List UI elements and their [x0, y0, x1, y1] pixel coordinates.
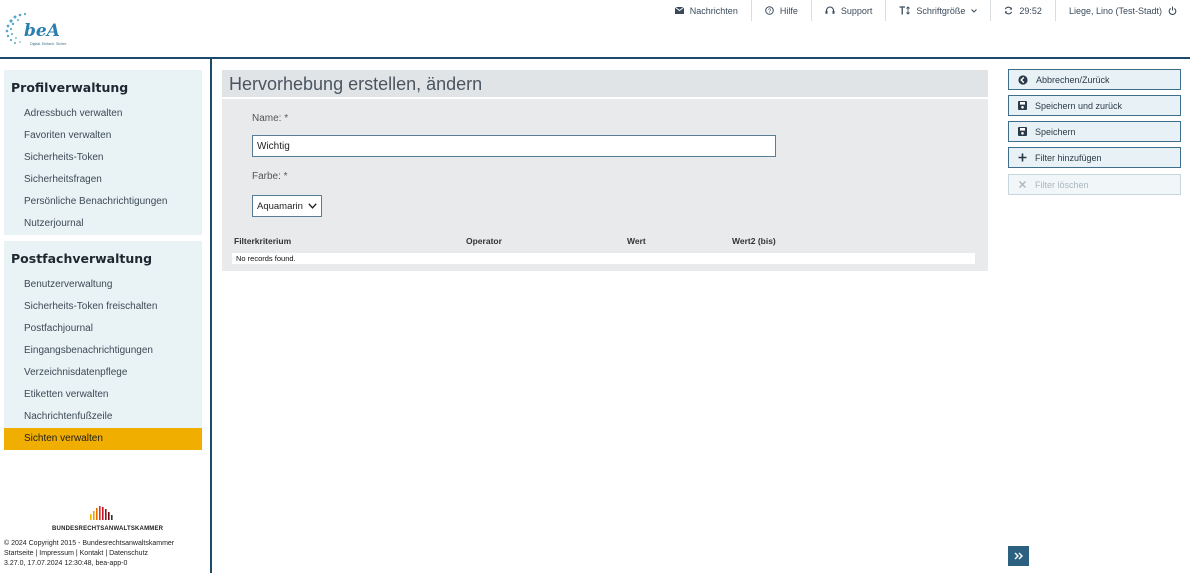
- help-link[interactable]: ? Hilfe: [750, 0, 811, 21]
- column-header-value2[interactable]: Wert2 (bis): [732, 236, 776, 246]
- envelope-icon: [674, 7, 684, 14]
- action-sidebar: Abbrechen/Zurück Speichern und zurück Sp…: [998, 59, 1190, 573]
- brak-name: BUNDESRECHTSANWALTSKAMMER: [52, 526, 164, 532]
- name-label: Name: *: [252, 113, 289, 124]
- save-button[interactable]: Speichern: [1008, 121, 1181, 142]
- top-navigation: Nachrichten ? Hilfe Support Schriftgröße…: [662, 0, 1190, 21]
- cancel-back-label: Abbrechen/Zurück: [1036, 74, 1110, 85]
- sidebar-item-inbox-notifications[interactable]: Eingangsbenachrichtigungen: [4, 340, 202, 362]
- sidebar-item-user-journal[interactable]: Nutzerjournal: [4, 213, 202, 235]
- footer-link-privacy[interactable]: Datenschutz: [109, 550, 148, 557]
- mailbox-panel: Postfachverwaltung Benutzerverwaltung Si…: [4, 241, 202, 450]
- delete-filter-button[interactable]: Filter löschen: [1008, 174, 1181, 195]
- refresh-icon: [1005, 6, 1013, 15]
- help-label: Hilfe: [779, 5, 798, 16]
- footer-link-imprint[interactable]: Impressum: [39, 550, 74, 557]
- brak-bars-icon: [90, 506, 113, 520]
- double-chevron-right-icon: [1014, 552, 1023, 560]
- color-select[interactable]: Aquamarin: [252, 195, 322, 217]
- filter-table-header: Filterkriterium Operator Wert Wert2 (bis…: [232, 233, 975, 251]
- sidebar-item-directory-data[interactable]: Verzeichnisdatenpflege: [4, 362, 202, 384]
- main-content: Hervorhebung erstellen, ändern Name: * F…: [213, 59, 997, 573]
- sidebar-item-notifications[interactable]: Persönliche Benachrichtigungen: [4, 191, 202, 213]
- session-timer[interactable]: 29:52: [990, 0, 1055, 21]
- column-header-criterion[interactable]: Filterkriterium: [234, 236, 291, 246]
- cancel-back-button[interactable]: Abbrechen/Zurück: [1008, 69, 1181, 90]
- sidebar-item-message-footer[interactable]: Nachrichtenfußzeile: [4, 406, 202, 428]
- name-input[interactable]: [252, 135, 776, 157]
- footer-link-home[interactable]: Startseite: [4, 550, 34, 557]
- sidebar-item-address-book[interactable]: Adressbuch verwalten: [4, 103, 202, 125]
- filter-table: Filterkriterium Operator Wert Wert2 (bis…: [232, 233, 975, 264]
- support-label: Support: [840, 5, 873, 16]
- save-icon: [1018, 127, 1027, 136]
- copyright-text: © 2024 Copyright 2015 - Bundesrechtsanwa…: [4, 540, 175, 547]
- arrow-circle-left-icon: [1018, 74, 1028, 85]
- chevron-down-icon: [308, 203, 317, 209]
- mailbox-panel-title: Postfachverwaltung: [11, 251, 153, 266]
- user-name: Liege, Lino (Test-Stadt): [1068, 5, 1162, 16]
- font-size-label: Schriftgröße: [916, 5, 966, 16]
- page-title: Hervorhebung erstellen, ändern: [222, 70, 988, 99]
- footer-link-contact[interactable]: Kontakt: [80, 550, 104, 557]
- left-sidebar: Profilverwaltung Adressbuch verwalten Fa…: [0, 59, 212, 573]
- chevron-down-icon: [971, 8, 978, 13]
- brak-logo: BUNDESRECHTSANWALTSKAMMER: [52, 506, 164, 532]
- svg-text:Digital. Einfach. Sicher.: Digital. Einfach. Sicher.: [30, 42, 67, 46]
- save-and-back-button[interactable]: Speichern und zurück: [1008, 95, 1181, 116]
- add-filter-button[interactable]: Filter hinzufügen: [1008, 147, 1181, 168]
- bea-logo[interactable]: beA Digital. Einfach. Sicher.: [4, 9, 74, 49]
- empty-table-row: No records found.: [232, 253, 975, 264]
- sidebar-item-favorites[interactable]: Favoriten verwalten: [4, 125, 202, 147]
- sidebar-item-mailbox-journal[interactable]: Postfachjournal: [4, 318, 202, 340]
- add-filter-label: Filter hinzufügen: [1035, 152, 1102, 163]
- column-header-value[interactable]: Wert: [627, 236, 646, 246]
- sidebar-item-user-management[interactable]: Benutzerverwaltung: [4, 274, 202, 296]
- color-label: Farbe: *: [252, 171, 288, 182]
- sidebar-item-security-token[interactable]: Sicherheits-Token: [4, 147, 202, 169]
- expand-sidebar-button[interactable]: [1008, 546, 1029, 566]
- plus-icon: [1018, 153, 1027, 162]
- messages-link[interactable]: Nachrichten: [662, 0, 751, 21]
- support-icon: [825, 6, 835, 14]
- sidebar-item-labels[interactable]: Etiketten verwalten: [4, 384, 202, 406]
- app-header: beA Digital. Einfach. Sicher. Nachrichte…: [0, 0, 1190, 59]
- user-menu[interactable]: Liege, Lino (Test-Stadt): [1054, 0, 1190, 21]
- sidebar-item-manage-views[interactable]: Sichten verwalten: [4, 428, 202, 450]
- column-header-operator[interactable]: Operator: [466, 236, 502, 246]
- sidebar-item-security-questions[interactable]: Sicherheitsfragen: [4, 169, 202, 191]
- delete-filter-label: Filter löschen: [1035, 179, 1089, 190]
- svg-text:beA: beA: [24, 21, 60, 41]
- support-link[interactable]: Support: [810, 0, 886, 21]
- profile-panel-title: Profilverwaltung: [11, 80, 129, 95]
- color-select-value: Aquamarin: [257, 200, 303, 212]
- close-icon: [1019, 181, 1026, 188]
- profile-panel: Profilverwaltung Adressbuch verwalten Fa…: [4, 70, 202, 235]
- sidebar-item-unlock-token[interactable]: Sicherheits-Token freischalten: [4, 296, 202, 318]
- save-icon: [1018, 101, 1027, 110]
- save-label: Speichern: [1035, 126, 1076, 137]
- footer-links: Startseite | Impressum | Kontakt | Daten…: [4, 550, 149, 557]
- highlight-form-card: Hervorhebung erstellen, ändern Name: * F…: [222, 70, 988, 271]
- messages-label: Nachrichten: [689, 5, 738, 16]
- power-icon[interactable]: [1168, 6, 1177, 15]
- timer-value: 29:52: [1019, 5, 1042, 16]
- save-and-back-label: Speichern und zurück: [1035, 100, 1123, 111]
- text-height-icon: [899, 6, 911, 15]
- footer: © 2024 Copyright 2015 - Bundesrechtsanwa…: [4, 539, 174, 569]
- version-text: 3.27.0, 17.07.2024 12:30:48, bea-app-0: [4, 560, 128, 567]
- question-circle-icon: ?: [765, 6, 774, 15]
- font-size-menu[interactable]: Schriftgröße: [885, 0, 990, 21]
